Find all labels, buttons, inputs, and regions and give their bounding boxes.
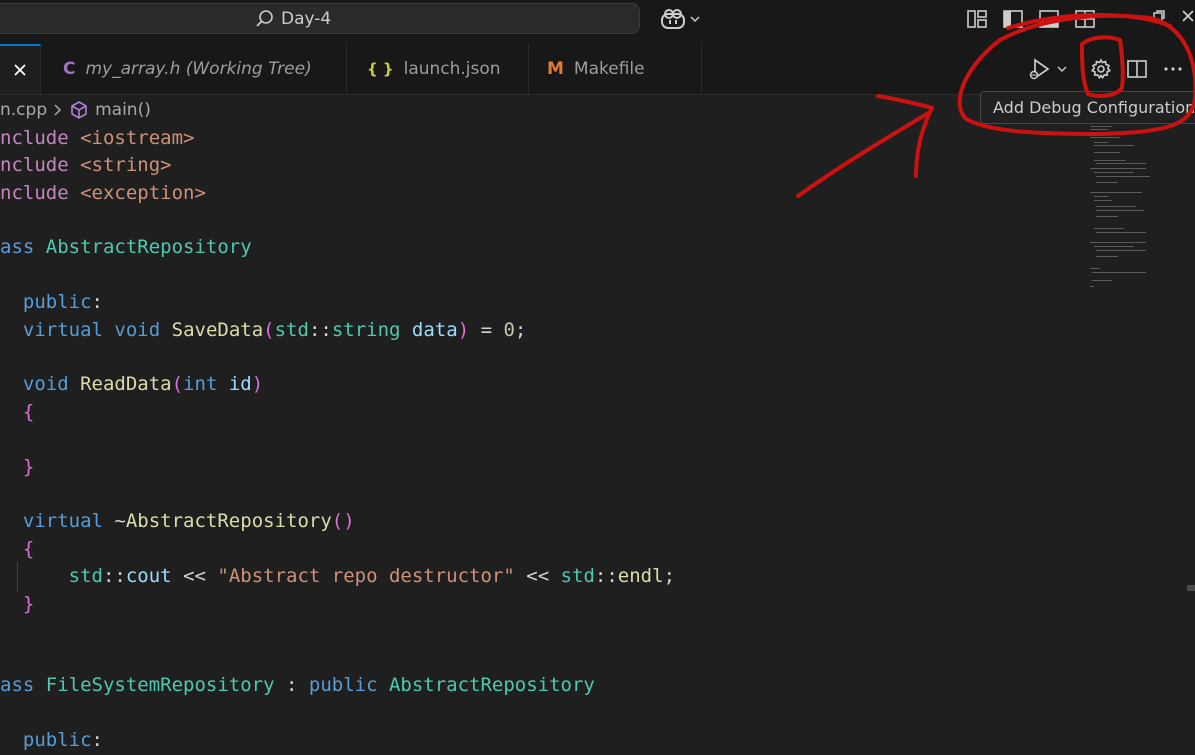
code-line: std::cout << "Abstract repo destructor" … (68, 565, 676, 587)
tab-label: my_array.h (Working Tree) (85, 59, 312, 79)
more-actions-icon[interactable] (1162, 58, 1184, 80)
breadcrumb-symbol[interactable]: main() (95, 100, 151, 120)
tab-label: launch.json (403, 59, 501, 79)
tab-main-cpp[interactable] (0, 44, 41, 94)
command-center-search[interactable]: Day-4 (0, 3, 640, 34)
tab-makefile[interactable]: M Makefile (529, 44, 702, 94)
code-line: nclude <iostream> (0, 127, 195, 149)
run-debug-icon (1029, 58, 1050, 80)
indent-guide (17, 562, 18, 592)
copilot-icon (661, 9, 685, 29)
code-line: virtual ~AbstractRepository() (22, 510, 355, 532)
code-line: nclude <exception> (0, 182, 206, 204)
code-line: nclude <string> (0, 154, 172, 176)
search-label: Day-4 (281, 9, 332, 29)
chevron-right-icon (54, 104, 62, 116)
tab-my-array-h[interactable]: C my_array.h (Working Tree) (41, 44, 347, 94)
code-line: public: (22, 291, 103, 313)
code-line: { (22, 401, 35, 423)
makefile-icon: M (547, 59, 564, 79)
restore-icon[interactable] (1152, 9, 1166, 23)
json-file-icon: { } (367, 60, 394, 78)
customize-layout-icon[interactable] (966, 8, 988, 30)
split-editor-icon[interactable] (1126, 58, 1148, 80)
tab-launch-json[interactable]: { } launch.json (347, 44, 529, 94)
code-line: virtual void SaveData(std::string data) … (22, 319, 527, 341)
tab-label: Makefile (573, 59, 645, 79)
code-line: ass AbstractRepository (0, 236, 252, 258)
close-tab-icon[interactable] (13, 63, 27, 77)
code-line: void ReadData(int id) (22, 373, 264, 395)
code-line: } (22, 456, 35, 478)
close-icon[interactable] (1181, 9, 1195, 23)
breadcrumb-file[interactable]: n.cpp (0, 100, 47, 120)
copilot-menu-button[interactable] (660, 8, 701, 30)
title-bar: Day-4 (0, 0, 1195, 44)
method-symbol-icon (71, 101, 87, 119)
chevron-down-icon (1057, 66, 1067, 73)
chevron-down-icon (690, 16, 700, 23)
toggle-primary-sidebar-icon[interactable] (1002, 8, 1024, 30)
editor-tab-bar: C my_array.h (Working Tree) { } launch.j… (0, 44, 1195, 95)
code-line: { (22, 538, 35, 560)
code-line: ass FileSystemRepository : public Abstra… (0, 674, 595, 696)
run-debug-button[interactable] (1026, 56, 1068, 82)
breadcrumb: n.cpp main() (0, 96, 151, 124)
gear-icon (1090, 58, 1112, 80)
toggle-secondary-sidebar-icon[interactable] (1074, 8, 1096, 30)
code-line: public: (22, 729, 103, 751)
search-icon (256, 10, 273, 27)
code-line: } (22, 593, 35, 615)
scrollbar-thumb[interactable] (1187, 585, 1195, 591)
c-file-icon: C (63, 59, 76, 79)
minimap[interactable] (1086, 124, 1186, 294)
add-debug-configuration-button[interactable] (1088, 56, 1114, 82)
tooltip: Add Debug Configuration (980, 91, 1195, 124)
toggle-panel-icon[interactable] (1038, 8, 1060, 30)
